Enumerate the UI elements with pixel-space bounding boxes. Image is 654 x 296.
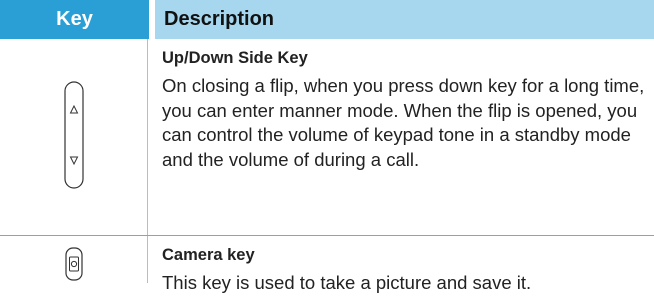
row-title: Camera key — [162, 246, 255, 264]
key-cell — [0, 236, 148, 283]
description-cell: Camera key This key is used to take a pi… — [148, 236, 654, 293]
row-title: Up/Down Side Key — [162, 49, 308, 67]
key-cell — [0, 39, 148, 235]
row-text: On closing a flip, when you press down k… — [162, 75, 645, 170]
description-cell: Up/Down Side Key On closing a flip, when… — [148, 39, 654, 235]
camera-key-icon — [63, 247, 85, 286]
header-description: Description — [155, 0, 654, 39]
up-down-side-key-icon — [62, 80, 86, 195]
table-row: Camera key This key is used to take a pi… — [0, 236, 654, 293]
header-key: Key — [0, 0, 149, 39]
table-row: Up/Down Side Key On closing a flip, when… — [0, 39, 654, 236]
table-header: Key Description — [0, 0, 654, 39]
key-description-table: Key Description Up/Down Side Key On clos… — [0, 0, 654, 293]
row-text: This key is used to take a picture and s… — [162, 272, 532, 293]
